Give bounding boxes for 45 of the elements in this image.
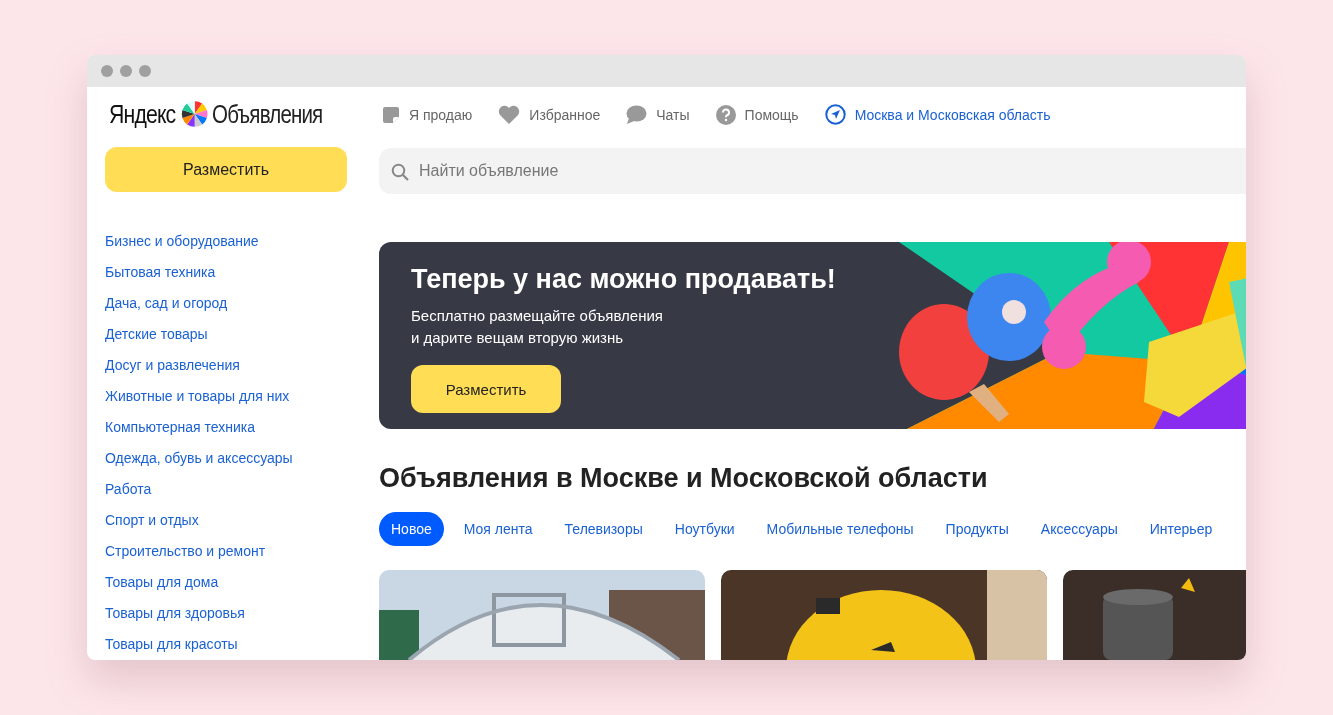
category-link[interactable]: Работа bbox=[105, 474, 347, 505]
category-chip[interactable]: Мобильные телефоны bbox=[754, 512, 926, 546]
category-chip[interactable]: Интерьер bbox=[1137, 512, 1225, 546]
navigation-icon bbox=[824, 104, 846, 126]
category-chip[interactable]: Моя лента bbox=[451, 512, 545, 546]
category-link[interactable]: Детские товары bbox=[105, 319, 347, 350]
nav-link[interactable]: Избранное bbox=[498, 105, 601, 125]
chat-icon bbox=[626, 105, 648, 125]
banner-title: Теперь у нас можно продавать! bbox=[411, 264, 836, 296]
logo-brand[interactable]: Яндекс bbox=[109, 99, 176, 129]
category-chip[interactable]: Аксессуары bbox=[1028, 512, 1130, 546]
category-link[interactable]: Животные и товары для них bbox=[105, 381, 347, 412]
category-link[interactable]: Бизнес и оборудование bbox=[105, 226, 347, 257]
category-link[interactable]: Строительство и ремонт bbox=[105, 536, 347, 567]
window-dot[interactable] bbox=[120, 65, 132, 77]
note-icon bbox=[382, 105, 400, 124]
category-chip[interactable]: Новое bbox=[379, 512, 444, 546]
heart-icon bbox=[498, 105, 521, 125]
post-button[interactable]: Разместить bbox=[411, 365, 561, 414]
help-icon bbox=[715, 104, 736, 125]
search-icon bbox=[391, 163, 409, 182]
category-chip[interactable]: Продукты bbox=[933, 512, 1021, 546]
nav-link[interactable]: Я продаю bbox=[382, 105, 473, 124]
window-dot[interactable] bbox=[139, 65, 151, 77]
nav-link[interactable]: Чаты bbox=[626, 105, 690, 125]
category-chip[interactable]: Ноутбуки bbox=[662, 512, 747, 546]
category-link[interactable]: Спорт и отдых bbox=[105, 505, 347, 536]
category-chip[interactable]: Телевизоры bbox=[552, 512, 655, 546]
category-link[interactable]: Досуг и развлечения bbox=[105, 350, 347, 381]
category-link[interactable]: Бытовая техника bbox=[105, 257, 347, 288]
nav-link[interactable]: Помощь bbox=[715, 104, 799, 125]
category-link[interactable]: Товары для дома bbox=[105, 567, 347, 598]
search-field[interactable]: Найти объявление bbox=[379, 148, 1246, 195]
category-link[interactable]: Компьютерная техника bbox=[105, 412, 347, 443]
category-link[interactable]: Дача, сад и огород bbox=[105, 288, 347, 319]
nav-link[interactable]: Москва и Московская область bbox=[824, 104, 1051, 126]
section-title: Объявления в Москве и Московской области bbox=[379, 463, 989, 494]
category-link[interactable]: Товары для здоровья bbox=[105, 598, 347, 629]
post-button[interactable]: Разместить bbox=[105, 147, 347, 192]
banner-text: и дарите вещам вторую жизнь bbox=[411, 328, 625, 349]
category-link[interactable]: Одежда, обувь и аксессуары bbox=[105, 443, 347, 474]
category-link[interactable]: Товары для красоты bbox=[105, 629, 347, 660]
banner-text: Бесплатно размещайте объявления bbox=[411, 306, 664, 327]
window-dot[interactable] bbox=[101, 65, 113, 77]
logo-service[interactable]: Объявления bbox=[212, 99, 323, 129]
